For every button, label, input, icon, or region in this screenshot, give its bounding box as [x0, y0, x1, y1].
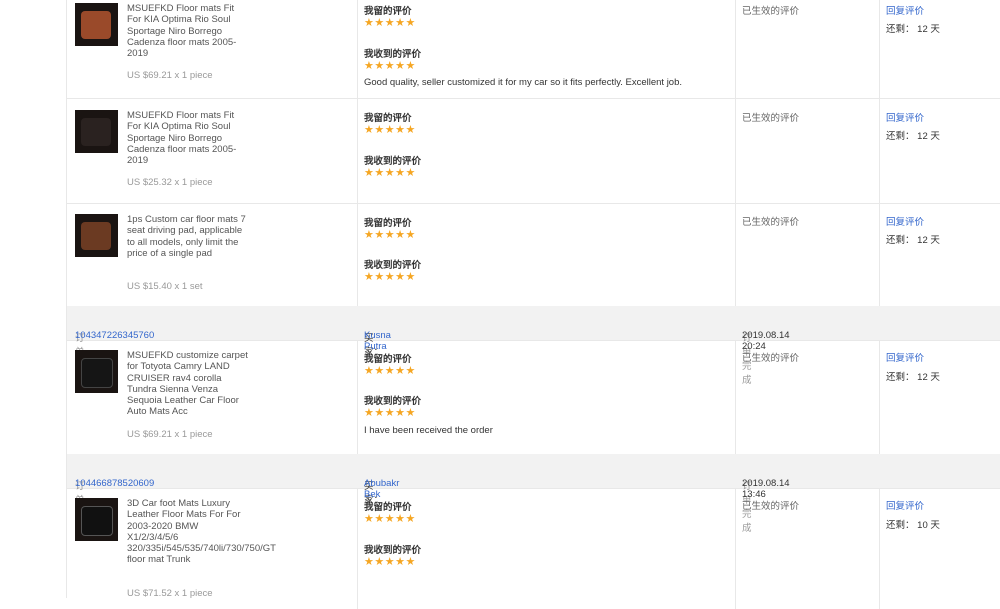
review-cell: 我留的评价 ★★★★★ 我收到的评价 ★★★★★ I have been rec…: [357, 341, 736, 454]
my-review-stars: ★★★★★: [364, 17, 416, 29]
action-cell: 回复评价 还剩： 12 天: [879, 0, 1000, 98]
remaining-days: 12 天: [917, 24, 940, 35]
status-cell: 已生效的评价: [735, 203, 880, 306]
received-review-stars: ★★★★★: [364, 407, 416, 419]
order-header: 订单号 104347226345760 买家： Kusna Putra 订单完成…: [67, 306, 1000, 386]
status-text: 已生效的评价: [742, 6, 800, 17]
remaining-label: 还剩：: [886, 372, 915, 383]
status-text: 已生效的评价: [742, 217, 800, 228]
received-review-label: 我收到的评价: [364, 396, 422, 407]
action-cell: 回复评价 还剩： 12 天: [879, 203, 1000, 306]
received-review-stars: ★★★★★: [364, 60, 416, 72]
review-cell: 我留的评价 ★★★★★ 我收到的评价 ★★★★★: [357, 203, 736, 306]
remaining-time: 还剩： 10 天: [886, 517, 940, 531]
remaining-days: 12 天: [917, 131, 940, 142]
status-cell: 已生效的评价: [735, 489, 880, 609]
product-cell: MSUEFKD customize carpet for Totyota Cam…: [67, 341, 357, 454]
action-cell: 回复评价 还剩： 10 天: [879, 489, 1000, 609]
item-row: 3D Car foot Mats Luxury Leather Floor Ma…: [67, 489, 1000, 609]
my-review-stars: ★★★★★: [364, 124, 416, 136]
order-number-link[interactable]: 104347226345760: [75, 330, 154, 341]
feedback-text: Good quality, seller customized it for m…: [364, 77, 683, 88]
remaining-days: 10 天: [917, 520, 940, 531]
received-review-stars: ★★★★★: [364, 167, 416, 179]
my-review-stars: ★★★★★: [364, 365, 416, 377]
my-review-label: 我留的评价: [364, 6, 412, 17]
remaining-days: 12 天: [917, 235, 940, 246]
product-title[interactable]: 1ps Custom car floor mats 7 seat driving…: [127, 214, 251, 259]
action-cell: 回复评价 还剩： 12 天: [879, 341, 1000, 454]
product-price: US $15.40 x 1 set: [127, 281, 203, 292]
review-cell: 我留的评价 ★★★★★ 我收到的评价 ★★★★★ Good quality, s…: [357, 0, 736, 98]
product-title[interactable]: MSUEFKD Floor mats Fit For KIA Optima Ri…: [127, 3, 251, 59]
remaining-label: 还剩：: [886, 24, 915, 35]
product-title[interactable]: MSUEFKD customize carpet for Totyota Cam…: [127, 350, 251, 418]
product-title[interactable]: MSUEFKD Floor mats Fit For KIA Optima Ri…: [127, 110, 251, 166]
remaining-time: 还剩： 12 天: [886, 369, 940, 383]
review-cell: 我留的评价 ★★★★★ 我收到的评价 ★★★★★: [357, 98, 736, 203]
status-cell: 已生效的评价: [735, 98, 880, 203]
remaining-label: 还剩：: [886, 520, 915, 531]
product-price: US $25.32 x 1 piece: [127, 177, 213, 188]
status-cell: 已生效的评价: [735, 0, 880, 98]
my-review-label: 我留的评价: [364, 113, 412, 124]
received-review-label: 我收到的评价: [364, 260, 422, 271]
product-price: US $69.21 x 1 piece: [127, 429, 213, 440]
product-price: US $69.21 x 1 piece: [127, 70, 213, 81]
remaining-label: 还剩：: [886, 235, 915, 246]
product-cell: MSUEFKD Floor mats Fit For KIA Optima Ri…: [67, 0, 357, 98]
status-cell: 已生效的评价: [735, 341, 880, 454]
status-text: 已生效的评价: [742, 113, 800, 124]
status-text: 已生效的评价: [742, 501, 800, 512]
item-row: MSUEFKD customize carpet for Totyota Cam…: [67, 341, 1000, 455]
product-thumbnail[interactable]: [75, 3, 118, 46]
item-row: MSUEFKD Floor mats Fit For KIA Optima Ri…: [67, 98, 1000, 204]
product-title[interactable]: 3D Car foot Mats Luxury Leather Floor Ma…: [127, 498, 276, 566]
reply-link[interactable]: 回复评价: [886, 350, 924, 364]
order-number-link[interactable]: 104466878520609: [75, 478, 154, 489]
reply-link[interactable]: 回复评价: [886, 498, 924, 512]
my-review-label: 我留的评价: [364, 502, 412, 513]
product-cell: MSUEFKD Floor mats Fit For KIA Optima Ri…: [67, 98, 357, 203]
my-review-label: 我留的评价: [364, 218, 412, 229]
product-thumbnail[interactable]: [75, 350, 118, 393]
order-header: 订单号 104466878520609 买家： Abubakr Bek 订单完成…: [67, 454, 1000, 534]
feedback-text: I have been received the order: [364, 425, 493, 436]
remaining-days: 12 天: [917, 372, 940, 383]
received-review-label: 我收到的评价: [364, 545, 422, 556]
reply-link[interactable]: 回复评价: [886, 110, 924, 124]
reply-link[interactable]: 回复评价: [886, 214, 924, 228]
product-cell: 3D Car foot Mats Luxury Leather Floor Ma…: [67, 489, 357, 609]
review-cell: 我留的评价 ★★★★★ 我收到的评价 ★★★★★: [357, 489, 736, 609]
product-cell: 1ps Custom car floor mats 7 seat driving…: [67, 203, 357, 306]
remaining-time: 还剩： 12 天: [886, 232, 940, 246]
received-review-label: 我收到的评价: [364, 49, 422, 60]
action-cell: 回复评价 还剩： 12 天: [879, 98, 1000, 203]
my-review-stars: ★★★★★: [364, 513, 416, 525]
received-review-label: 我收到的评价: [364, 156, 422, 167]
status-text: 已生效的评价: [742, 353, 800, 364]
my-review-stars: ★★★★★: [364, 229, 416, 241]
product-thumbnail[interactable]: [75, 498, 118, 541]
product-thumbnail[interactable]: [75, 110, 118, 153]
remaining-time: 还剩： 12 天: [886, 128, 940, 142]
product-price: US $71.52 x 1 piece: [127, 588, 213, 599]
reply-link[interactable]: 回复评价: [886, 3, 924, 17]
feedback-list: MSUEFKD Floor mats Fit For KIA Optima Ri…: [66, 0, 1000, 609]
received-review-stars: ★★★★★: [364, 556, 416, 568]
item-row: MSUEFKD Floor mats Fit For KIA Optima Ri…: [67, 0, 1000, 99]
my-review-label: 我留的评价: [364, 354, 412, 365]
remaining-label: 还剩：: [886, 131, 915, 142]
received-review-stars: ★★★★★: [364, 271, 416, 283]
product-thumbnail[interactable]: [75, 214, 118, 257]
item-row: 1ps Custom car floor mats 7 seat driving…: [67, 203, 1000, 307]
remaining-time: 还剩： 12 天: [886, 21, 940, 35]
